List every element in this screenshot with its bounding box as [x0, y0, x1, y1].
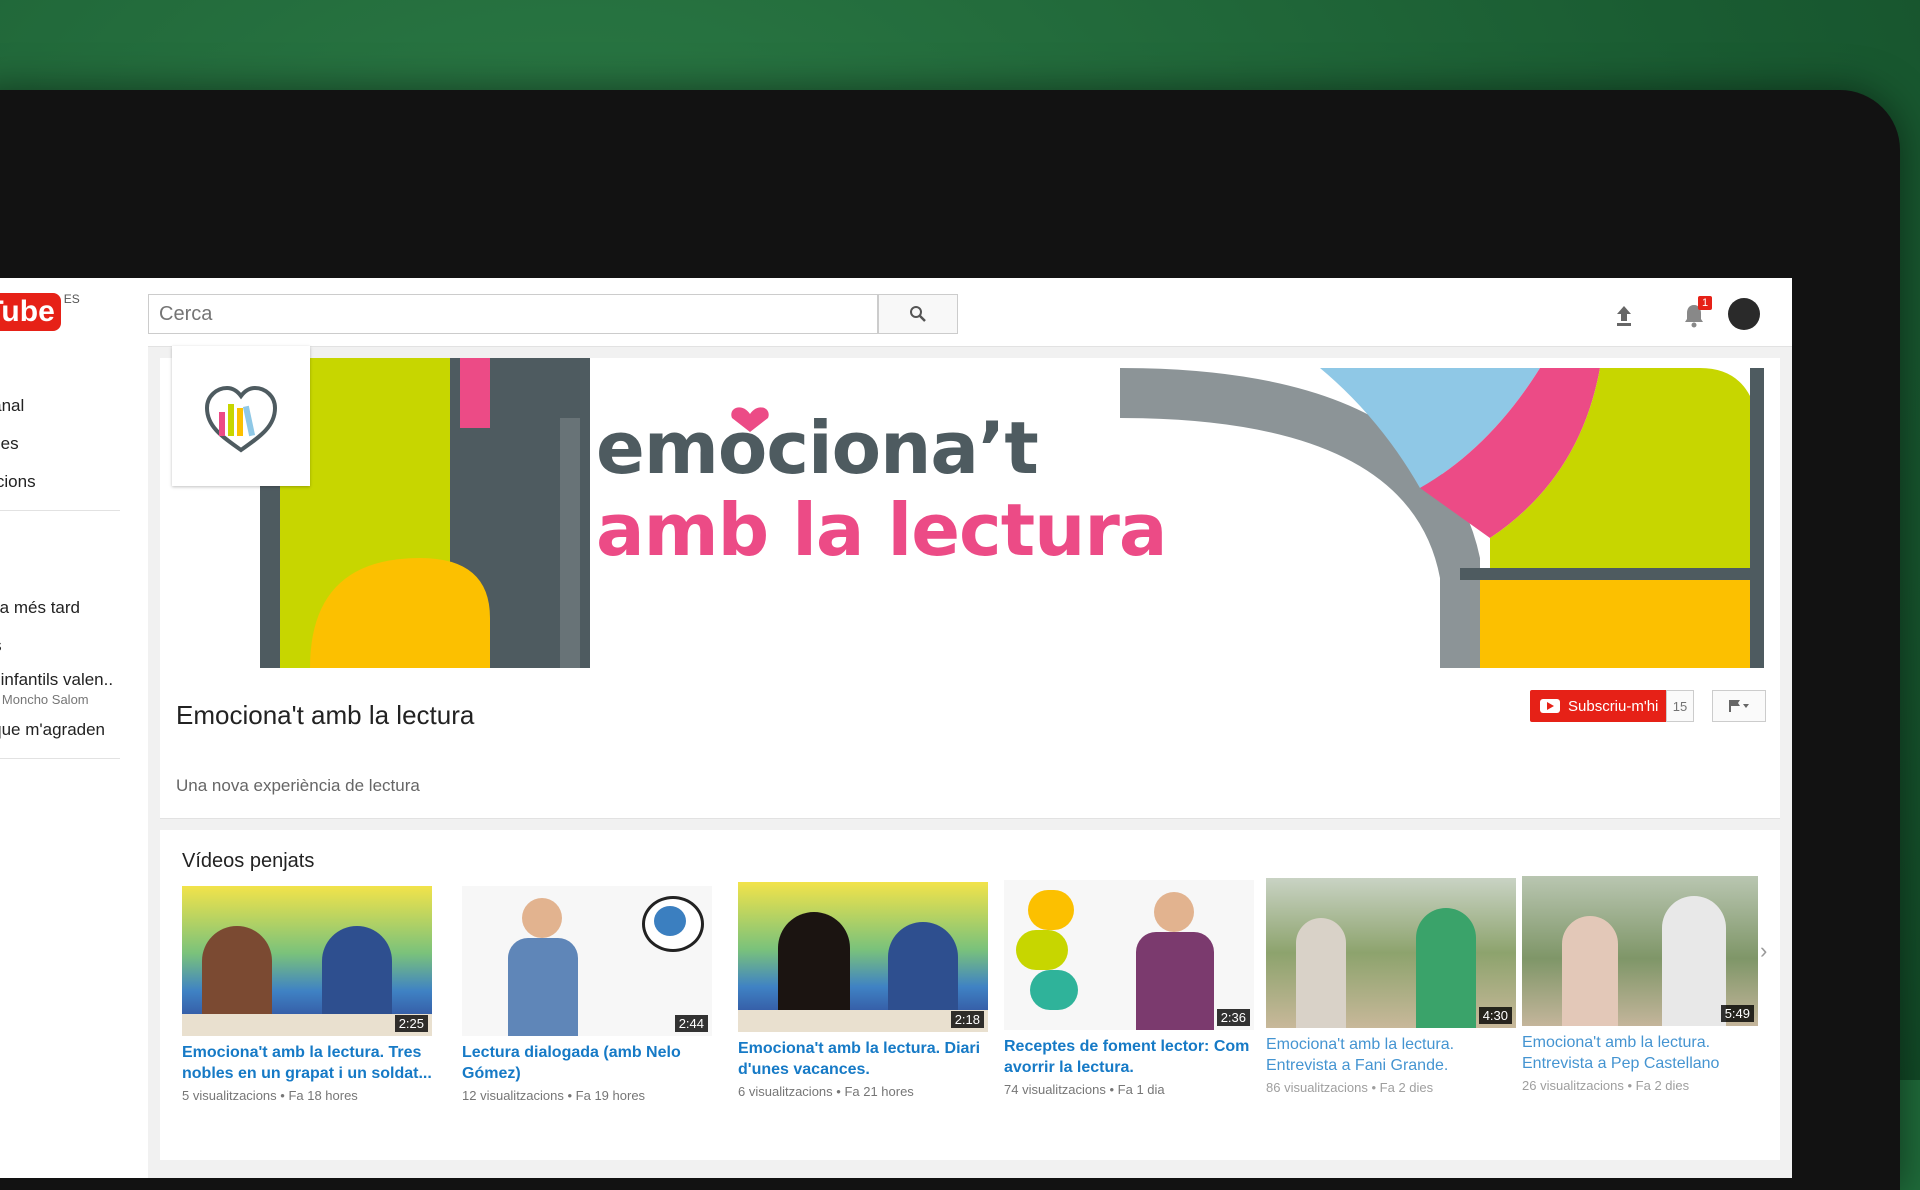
youtube-play-icon — [1540, 699, 1560, 713]
video-duration: 2:25 — [395, 1015, 428, 1032]
video-duration: 2:18 — [951, 1011, 984, 1028]
banner-line-2: amb la lectura — [596, 488, 1167, 572]
flag-menu-button[interactable] — [1712, 690, 1766, 722]
video-views: 74 visualitzacions — [1004, 1082, 1106, 1097]
chevron-right-icon[interactable]: › — [1760, 938, 1767, 964]
video-title[interactable]: Emociona't amb la lectura. Entrevista a … — [1522, 1032, 1758, 1074]
video-age: Fa 18 hores — [288, 1088, 357, 1103]
video-thumbnail[interactable]: 2:25 — [182, 886, 432, 1036]
video-card[interactable]: 4:30 Emociona't amb la lectura. Entrevis… — [1266, 878, 1516, 1095]
video-views: 5 visualitzacions — [182, 1088, 277, 1103]
flag-icon — [1728, 699, 1750, 713]
subscriber-count: 15 — [1666, 690, 1694, 722]
video-meta: 74 visualitzacions • Fa 1 dia — [1004, 1082, 1254, 1097]
sidebar-divider — [0, 510, 120, 511]
video-meta: 12 visualitzacions • Fa 19 hores — [462, 1088, 712, 1103]
video-card[interactable]: 5:49 Emociona't amb la lectura. Entrevis… — [1522, 876, 1758, 1093]
video-age: Fa 2 dies — [1380, 1080, 1433, 1095]
masthead: uTubeES 1 — [0, 278, 1792, 347]
notification-badge: 1 — [1698, 296, 1712, 310]
video-card[interactable]: 2:18 Emociona't amb la lectura. Diari d'… — [738, 882, 988, 1099]
video-age: Fa 1 dia — [1118, 1082, 1165, 1097]
channel-banner: emociona’t amb la lectura — [160, 358, 1780, 668]
sidebar-divider — [0, 758, 120, 759]
sidebar-item-favorites[interactable]: orites — [0, 636, 2, 656]
monitor-frame: uTubeES 1 eu canal dències — [0, 90, 1900, 1190]
sidebar-item-trending[interactable]: dències — [0, 434, 19, 454]
video-card[interactable]: 2:44 Lectura dialogada (amb Nelo Gómez) … — [462, 886, 712, 1103]
sidebar-item-playlist[interactable]: çons infantils valen.. — [0, 670, 113, 690]
video-views: 6 visualitzacions — [738, 1084, 833, 1099]
search-input[interactable] — [148, 294, 878, 334]
upload-icon[interactable] — [1614, 304, 1634, 328]
channel-avatar[interactable] — [172, 346, 310, 486]
sidebar-item-subscriptions[interactable]: scripcions — [0, 472, 36, 492]
search-button[interactable] — [878, 294, 958, 334]
video-views: 26 visualitzacions — [1522, 1078, 1624, 1093]
search-icon — [909, 305, 927, 323]
video-views: 12 visualitzacions — [462, 1088, 564, 1103]
video-meta: 5 visualitzacions • Fa 18 hores — [182, 1088, 432, 1103]
video-views: 86 visualitzacions — [1266, 1080, 1368, 1095]
avatar[interactable] — [1728, 298, 1760, 330]
guide-sidebar: eu canal dències scripcions A orial uali… — [0, 346, 148, 1178]
section-title[interactable]: Vídeos penjats — [182, 850, 314, 873]
video-duration: 4:30 — [1479, 1007, 1512, 1024]
video-thumbnail[interactable]: 5:49 — [1522, 876, 1758, 1026]
video-meta: 86 visualitzacions • Fa 2 dies — [1266, 1080, 1516, 1095]
sidebar-playlist-author: a Jose Moncho Salom — [0, 692, 89, 707]
sidebar-item-watch-later[interactable]: ualitza més tard — [0, 598, 80, 618]
video-duration: 2:36 — [1217, 1009, 1250, 1026]
video-age: Fa 2 dies — [1636, 1078, 1689, 1093]
channel-title[interactable]: Emociona't amb la lectura — [176, 700, 474, 731]
video-thumbnail[interactable]: 4:30 — [1266, 878, 1516, 1028]
logo-region: ES — [64, 292, 80, 306]
video-thumbnail[interactable]: 2:44 — [462, 886, 712, 1036]
channel-description: Una nova experiència de lectura — [176, 776, 420, 796]
video-age: Fa 21 hores — [844, 1084, 913, 1099]
video-title[interactable]: Receptes de foment lector: Com avorrir l… — [1004, 1036, 1254, 1078]
sidebar-item-my-channel[interactable]: eu canal — [0, 396, 24, 416]
video-age: Fa 19 hores — [576, 1088, 645, 1103]
video-card[interactable]: 2:36 Receptes de foment lector: Com avor… — [1004, 880, 1254, 1097]
books-heart-icon — [201, 376, 281, 456]
logo-tube: Tube — [0, 293, 61, 331]
video-duration: 5:49 — [1721, 1005, 1754, 1022]
sidebar-item-liked-videos[interactable]: eos que m'agraden — [0, 720, 105, 740]
video-thumbnail[interactable]: 2:36 — [1004, 880, 1254, 1030]
video-title[interactable]: Emociona't amb la lectura. Diari d'unes … — [738, 1038, 988, 1080]
youtube-logo[interactable]: uTubeES — [0, 292, 80, 332]
video-title[interactable]: Emociona't amb la lectura. Entrevista a … — [1266, 1034, 1516, 1076]
video-duration: 2:44 — [675, 1015, 708, 1032]
video-card[interactable]: 2:25 Emociona't amb la lectura. Tres nob… — [182, 886, 432, 1103]
video-thumbnail[interactable]: 2:18 — [738, 882, 988, 1032]
video-meta: 26 visualitzacions • Fa 2 dies — [1522, 1078, 1758, 1093]
banner-line-1: emociona’t — [596, 406, 1038, 490]
browser-screen: uTubeES 1 eu canal dències — [0, 278, 1792, 1178]
video-title[interactable]: Lectura dialogada (amb Nelo Gómez) — [462, 1042, 712, 1084]
subscribe-label: Subscriu-m'hi — [1568, 698, 1658, 715]
video-title[interactable]: Emociona't amb la lectura. Tres nobles e… — [182, 1042, 432, 1084]
video-meta: 6 visualitzacions • Fa 21 hores — [738, 1084, 988, 1099]
